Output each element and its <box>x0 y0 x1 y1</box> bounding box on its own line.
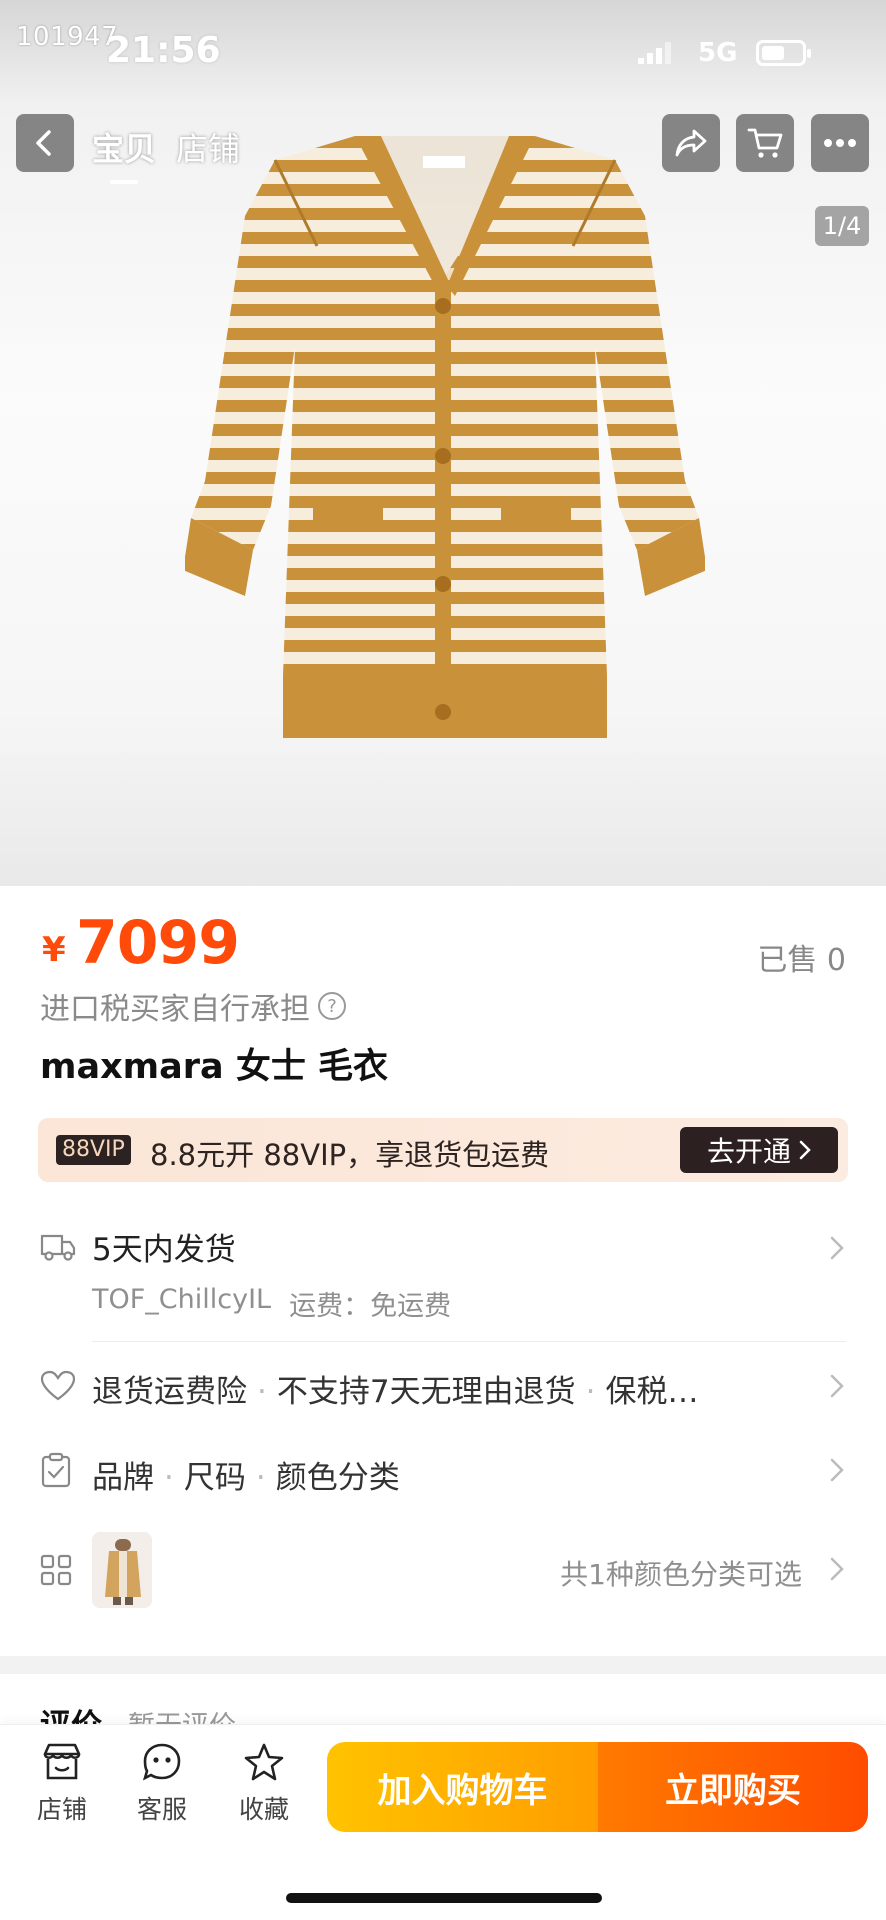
sku-thumbnail-image <box>105 1539 141 1605</box>
spec-item: 颜色分类 <box>275 1460 400 1496</box>
cart-button[interactable] <box>736 114 794 172</box>
spec-row[interactable]: 品牌 · 尺码 · 颜色分类 <box>92 1452 400 1497</box>
truck-icon <box>40 1234 76 1261</box>
product-title: maxmara 女士 毛衣 <box>40 1047 389 1087</box>
separator-dot: · <box>257 1374 267 1410</box>
shipping-fee: 运费：免运费 <box>289 1291 452 1322</box>
tab-item[interactable]: 宝贝 <box>92 124 156 184</box>
help-icon[interactable]: ? <box>318 992 346 1020</box>
tax-note[interactable]: 进口税买家自行承担 ? <box>40 984 346 1028</box>
network-label: 5G <box>698 38 738 68</box>
service-item: 不支持7天无理由退货 <box>276 1374 576 1410</box>
back-button[interactable] <box>16 114 74 172</box>
cart-icon <box>747 128 783 158</box>
chevron-right-icon <box>830 1458 844 1482</box>
share-button[interactable] <box>662 114 720 172</box>
tab-shop[interactable]: 店铺 <box>176 124 240 170</box>
star-icon <box>244 1743 284 1781</box>
chevron-right-icon <box>830 1557 844 1581</box>
service-row[interactable]: 退货运费险 · 不支持7天无理由退货 · 保税… <box>92 1366 698 1411</box>
favorite-button[interactable]: 收藏 <box>224 1742 304 1826</box>
chevron-right-icon <box>830 1374 844 1398</box>
chat-face-icon <box>142 1743 181 1781</box>
status-time: 21:56 <box>106 30 221 71</box>
seller-origin: TOF_ChillcyIL <box>92 1284 272 1315</box>
customer-service-button[interactable]: 客服 <box>122 1742 202 1826</box>
more-button[interactable] <box>811 114 869 172</box>
product-image[interactable] <box>185 136 705 746</box>
divider <box>92 1341 846 1342</box>
chevron-right-icon <box>799 1140 811 1160</box>
sku-summary[interactable]: 共1种颜色分类可选 <box>560 1553 802 1593</box>
sku-thumbnail[interactable] <box>92 1532 152 1608</box>
shipping-time: 5天内发货 <box>92 1232 236 1268</box>
spec-item: 尺码 <box>183 1460 246 1496</box>
shop-label: 店铺 <box>36 1795 87 1824</box>
chevron-right-icon <box>830 1236 844 1260</box>
vip-banner[interactable]: 88VIP 8.8元开 88VIP，享退货包运费 去开通 <box>38 1118 848 1182</box>
separator-dot: · <box>255 1460 266 1496</box>
separator-dot: · <box>585 1374 596 1410</box>
vip-button-label: 去开通 <box>706 1135 791 1168</box>
separator-dot: · <box>164 1460 174 1496</box>
vip-activate-button[interactable]: 去开通 <box>680 1127 838 1173</box>
tax-note-text: 进口税买家自行承担 <box>40 992 310 1027</box>
spec-item: 品牌 <box>92 1460 154 1496</box>
store-icon <box>43 1743 81 1780</box>
shop-button[interactable]: 店铺 <box>22 1742 102 1826</box>
clipboard-icon <box>41 1452 71 1488</box>
price-value: 7099 <box>76 908 240 978</box>
chevron-left-icon <box>36 130 51 156</box>
more-dots-icon <box>824 139 856 147</box>
watermark-id: 101947 <box>16 22 119 52</box>
add-to-cart-button[interactable]: 加入购物车 <box>327 1742 598 1832</box>
sold-count: 已售 0 <box>757 943 846 978</box>
favorite-label: 收藏 <box>238 1795 289 1824</box>
service-item: 退货运费险 <box>92 1374 247 1410</box>
product-image-area[interactable]: 101947 21:56 5G 宝贝 店铺 1/4 <box>0 0 886 886</box>
price-currency: ¥ <box>42 930 66 970</box>
battery-icon <box>756 40 811 66</box>
heart-icon <box>40 1370 76 1401</box>
share-icon <box>675 129 707 157</box>
shipping-detail: TOF_ChillcyIL 运费：免运费 <box>92 1284 451 1323</box>
buy-now-button[interactable]: 立即购买 <box>598 1742 868 1832</box>
home-indicator[interactable] <box>286 1893 602 1903</box>
section-gap <box>0 1656 886 1674</box>
vip-text: 8.8元开 88VIP，享退货包运费 <box>150 1138 550 1172</box>
service-item: 保税… <box>605 1374 699 1410</box>
vip-badge: 88VIP <box>56 1135 131 1165</box>
service-label: 客服 <box>136 1795 187 1824</box>
signal-icon <box>638 42 671 64</box>
grid-icon <box>40 1554 72 1586</box>
image-counter: 1/4 <box>815 206 869 246</box>
